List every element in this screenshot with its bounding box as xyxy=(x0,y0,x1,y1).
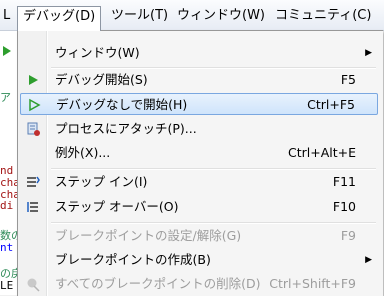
menubar-item-debug[interactable]: デバッグ(D) xyxy=(17,6,102,31)
menu-item-label: すべてのブレークポイントの削除(D) xyxy=(55,276,261,291)
menu-item-label: ブレークポイントの作成(B) xyxy=(55,252,211,267)
debug-dropdown-menu: ウィンドウ(W) ▶ デバッグ開始(S) F5 デバッグなしで開始(H) Ctr… xyxy=(17,30,383,296)
menu-item-start-without-debugging[interactable]: デバッグなしで開始(H) Ctrl+F5 xyxy=(20,93,378,115)
submenu-arrow-icon: ▶ xyxy=(365,255,372,265)
step-over-icon xyxy=(27,202,38,212)
code-fragment: nt xyxy=(0,241,14,254)
menu-separator xyxy=(51,168,376,170)
menubar-item-partial[interactable]: L xyxy=(0,6,15,26)
step-into-icon xyxy=(27,176,40,187)
menu-item-attach-to-process[interactable]: プロセスにアタッチ(P)... xyxy=(20,118,378,140)
menu-item-label: 例外(X)... xyxy=(55,145,111,160)
menu-item-label: ブレークポイントの設定/解除(G) xyxy=(55,228,242,243)
breakpoint-delete-icon xyxy=(27,278,40,292)
menu-item-label: デバッグ開始(S) xyxy=(55,72,148,87)
code-fragment: ア xyxy=(0,91,11,104)
menubar-item-window[interactable]: ウィンドウ(W) xyxy=(172,6,270,26)
menu-item-label: ウィンドウ(W) xyxy=(55,45,140,60)
menu-item-shortcut: F5 xyxy=(340,72,356,87)
menu-item-shortcut: F9 xyxy=(340,228,356,243)
menu-separator xyxy=(51,222,376,224)
menu-item-step-over[interactable]: ステップ オーバー(O) F10 xyxy=(20,196,378,218)
menu-bar: L デバッグ(D) ツール(T) ウィンドウ(W) コミュニティ(C) xyxy=(0,0,384,31)
code-editor-background: ア nd cha cha di 数の nt の戻 LE xyxy=(0,31,18,295)
menu-item-window[interactable]: ウィンドウ(W) ▶ xyxy=(20,42,378,64)
menubar-item-tools[interactable]: ツール(T) xyxy=(106,6,173,26)
code-fragment: di xyxy=(0,199,14,212)
menu-item-step-into[interactable]: ステップ イン(I) F11 xyxy=(20,171,378,193)
menu-item-label: デバッグなしで開始(H) xyxy=(56,97,188,112)
menu-item-label: ステップ オーバー(O) xyxy=(55,199,179,214)
menu-item-exceptions[interactable]: 例外(X)... Ctrl+Alt+E xyxy=(20,142,378,164)
menu-item-shortcut: F11 xyxy=(332,174,356,189)
play-outline-icon xyxy=(29,98,41,112)
menu-item-shortcut: Ctrl+F5 xyxy=(307,97,355,112)
menu-item-shortcut: F10 xyxy=(332,199,356,214)
menu-item-shortcut: Ctrl+Shift+F9 xyxy=(269,276,356,291)
attach-process-icon xyxy=(27,122,40,136)
menubar-item-community[interactable]: コミュニティ(C) xyxy=(270,6,376,26)
play-icon xyxy=(29,75,38,85)
menu-item-shortcut: Ctrl+Alt+E xyxy=(287,145,356,160)
code-fragment: LE xyxy=(0,279,14,292)
menu-item-label: プロセスにアタッチ(P)... xyxy=(55,121,197,136)
menu-item-delete-all-breakpoints[interactable]: すべてのブレークポイントの削除(D) Ctrl+Shift+F9 xyxy=(20,273,378,295)
submenu-arrow-icon: ▶ xyxy=(365,48,372,58)
menu-item-label: ステップ イン(I) xyxy=(55,174,148,189)
menu-item-toggle-breakpoint[interactable]: ブレークポイントの設定/解除(G) F9 xyxy=(20,225,378,247)
menu-item-new-breakpoint[interactable]: ブレークポイントの作成(B) ▶ xyxy=(20,249,378,271)
menu-item-start-debugging[interactable]: デバッグ開始(S) F5 xyxy=(20,69,378,91)
toolbar-run-icon xyxy=(3,46,11,56)
